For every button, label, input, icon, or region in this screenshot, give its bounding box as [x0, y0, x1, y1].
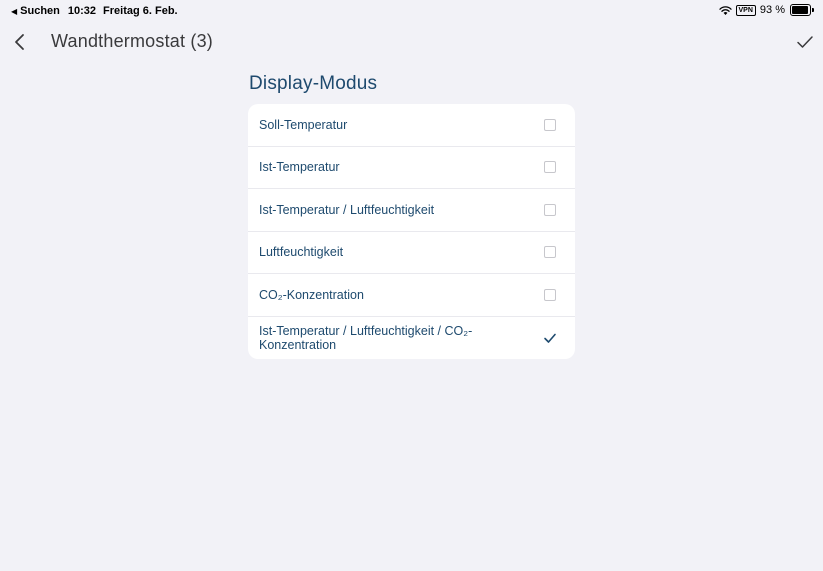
selected-checkmark-icon[interactable]	[543, 331, 557, 345]
option-ist-temperatur[interactable]: Ist-Temperatur	[248, 147, 575, 189]
wifi-icon	[718, 5, 732, 15]
status-bar: ◀ Suchen 10:32 Freitag 6. Feb. VPN 93 %	[0, 0, 823, 22]
option-soll-temperatur[interactable]: Soll-Temperatur	[248, 104, 575, 147]
back-to-app-icon[interactable]: ◀	[11, 7, 17, 16]
status-date: Freitag 6. Feb.	[103, 5, 178, 17]
checkbox[interactable]	[544, 161, 556, 174]
checkbox[interactable]	[544, 288, 556, 301]
checkbox[interactable]	[544, 203, 556, 216]
vpn-badge: VPN	[735, 4, 756, 16]
status-bar-left[interactable]: ◀ Suchen 10:32 Freitag 6. Feb.	[11, 5, 178, 17]
option-label: Ist-Temperatur	[259, 160, 340, 175]
battery-fill	[792, 6, 808, 14]
option-ist-temperatur-luftfeuchtigkeit-co2[interactable]: Ist-Temperatur / Luftfeuchtigkeit / CO₂-…	[248, 317, 575, 360]
option-co2-konzentration[interactable]: CO₂-Konzentration	[248, 274, 575, 317]
option-label: Ist-Temperatur / Luftfeuchtigkeit / CO₂-…	[259, 323, 473, 352]
option-label: CO₂-Konzentration	[259, 287, 364, 302]
section-title: Display-Modus	[249, 73, 378, 94]
battery-tip	[812, 8, 814, 12]
battery-icon	[790, 4, 814, 16]
option-label: Luftfeuchtigkeit	[259, 245, 344, 260]
battery-percent: 93 %	[759, 4, 785, 16]
display-mode-options: Soll-Temperatur Ist-Temperatur Ist-Tempe…	[248, 104, 575, 359]
chevron-left-icon[interactable]	[10, 32, 30, 52]
page-title: Wandthermostat (3)	[51, 31, 213, 51]
screen: ◀ Suchen 10:32 Freitag 6. Feb. VPN 93 % …	[0, 0, 823, 571]
option-ist-temperatur-luftfeuchtigkeit[interactable]: Ist-Temperatur / Luftfeuchtigkeit	[248, 189, 575, 232]
option-label: Ist-Temperatur / Luftfeuchtigkeit	[259, 202, 435, 217]
checkbox[interactable]	[544, 246, 556, 259]
back-to-app-label[interactable]: Suchen	[20, 5, 60, 17]
option-label: Soll-Temperatur	[259, 117, 348, 132]
checkmark-icon[interactable]	[796, 33, 814, 51]
option-luftfeuchtigkeit[interactable]: Luftfeuchtigkeit	[248, 232, 575, 274]
status-time: 10:32	[67, 5, 97, 17]
status-bar-right: VPN 93 %	[718, 4, 814, 16]
checkbox[interactable]	[544, 118, 556, 131]
